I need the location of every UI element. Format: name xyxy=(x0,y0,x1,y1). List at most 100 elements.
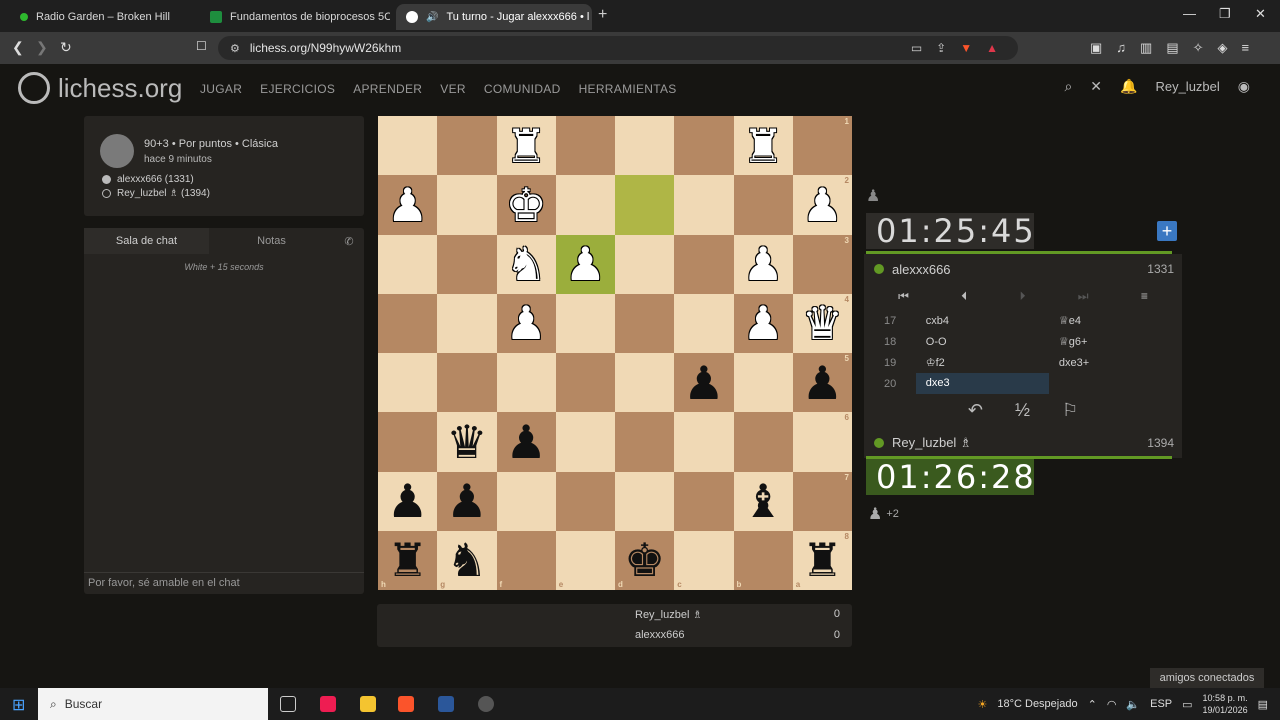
black-rook-icon[interactable]: ♜ xyxy=(802,537,843,583)
square-c8[interactable]: c xyxy=(674,530,734,590)
white-move[interactable]: cxb4 xyxy=(916,315,1049,327)
square-h5[interactable] xyxy=(378,353,438,413)
white-pawn-icon[interactable]: ♟ xyxy=(387,182,428,228)
square-f6[interactable]: ♟ xyxy=(496,412,556,472)
tab-radio-garden[interactable]: Radio Garden – Broken Hill xyxy=(10,4,195,30)
square-c3[interactable] xyxy=(674,234,734,294)
white-rook-icon[interactable]: ♜ xyxy=(743,123,784,169)
word-icon[interactable] xyxy=(438,696,454,712)
tab-notes[interactable]: Notas xyxy=(209,228,334,254)
white-pawn-icon[interactable]: ♟ xyxy=(743,300,784,346)
first-move-icon[interactable]: ⏮ xyxy=(898,289,909,304)
sidebar-icon[interactable]: ▥ xyxy=(1140,40,1152,56)
bell-icon[interactable]: 🔔 xyxy=(1120,78,1137,95)
square-b1[interactable]: ♜ xyxy=(733,116,793,176)
black-pawn-icon[interactable]: ♟ xyxy=(446,478,487,524)
square-f5[interactable] xyxy=(496,353,556,413)
bookmark-icon[interactable]: ☐ xyxy=(196,39,207,53)
square-h1[interactable] xyxy=(378,116,438,176)
tabs-icon[interactable]: ▤ xyxy=(1166,40,1178,56)
next-move-icon[interactable]: ⏵ xyxy=(1019,289,1025,304)
notifications-icon[interactable]: ▤ xyxy=(1258,698,1268,711)
nav-community[interactable]: COMUNIDAD xyxy=(484,82,561,96)
square-f2[interactable]: ♚ xyxy=(496,175,556,235)
nav-play[interactable]: JUGAR xyxy=(200,82,242,96)
white-rook-icon[interactable]: ♜ xyxy=(506,123,547,169)
square-b6[interactable] xyxy=(733,412,793,472)
resign-flag-icon[interactable]: ⚐ xyxy=(1062,400,1078,421)
network-icon[interactable]: ▭ xyxy=(1182,698,1192,711)
tray-clock[interactable]: 10:58 p. m. 19/01/2026 xyxy=(1203,692,1248,716)
vpn-icon[interactable]: ◈ xyxy=(1218,40,1228,56)
square-e2[interactable] xyxy=(555,175,615,235)
task-view-icon[interactable] xyxy=(280,696,296,712)
square-e4[interactable] xyxy=(555,293,615,353)
chat-input[interactable]: Por favor, sé amable en el chat xyxy=(84,572,364,594)
black-move[interactable]: ♕e4 xyxy=(1049,314,1182,327)
new-tab-button[interactable]: + xyxy=(598,6,607,24)
square-c4[interactable] xyxy=(674,293,734,353)
square-b2[interactable] xyxy=(733,175,793,235)
square-a3[interactable]: 3 xyxy=(792,234,852,294)
white-queen-icon[interactable]: ♛ xyxy=(802,300,843,346)
square-a7[interactable]: 7 xyxy=(792,471,852,531)
square-d4[interactable] xyxy=(615,293,675,353)
square-a6[interactable]: 6 xyxy=(792,412,852,472)
square-g1[interactable] xyxy=(437,116,497,176)
square-d6[interactable] xyxy=(615,412,675,472)
square-g6[interactable]: ♛ xyxy=(437,412,497,472)
white-pawn-icon[interactable]: ♟ xyxy=(565,241,606,287)
white-pawn-icon[interactable]: ♟ xyxy=(802,182,843,228)
white-move[interactable]: ♔f2 xyxy=(916,356,1049,369)
square-g2[interactable] xyxy=(437,175,497,235)
square-e5[interactable] xyxy=(555,353,615,413)
square-e7[interactable] xyxy=(555,471,615,531)
square-f4[interactable]: ♟ xyxy=(496,293,556,353)
white-move[interactable]: dxe3 xyxy=(915,373,1049,394)
black-pawn-icon[interactable]: ♟ xyxy=(506,419,547,465)
black-bishop-icon[interactable]: ♝ xyxy=(743,478,784,524)
wallet-icon[interactable]: ▣ xyxy=(1090,40,1102,56)
last-move-icon[interactable]: ⏭ xyxy=(1078,289,1089,304)
minimize-button[interactable]: — xyxy=(1183,6,1196,21)
square-g3[interactable] xyxy=(437,234,497,294)
square-h4[interactable] xyxy=(378,293,438,353)
square-a4[interactable]: ♛ 4 xyxy=(792,293,852,353)
app-icon[interactable] xyxy=(478,696,494,712)
square-c6[interactable] xyxy=(674,412,734,472)
black-move[interactable]: dxe3+ xyxy=(1049,357,1182,369)
white-king-icon[interactable]: ♚ xyxy=(506,182,547,228)
square-f7[interactable] xyxy=(496,471,556,531)
square-d1[interactable] xyxy=(615,116,675,176)
cast-icon[interactable]: ▭ xyxy=(911,41,922,55)
user-avatar-icon[interactable]: ◉ xyxy=(1238,78,1250,95)
square-e1[interactable] xyxy=(555,116,615,176)
voice-chat-icon[interactable]: ✆ xyxy=(334,228,364,254)
forward-button[interactable]: ❯ xyxy=(36,39,48,56)
nav-tools[interactable]: HERRAMIENTAS xyxy=(579,82,677,96)
black-king-icon[interactable]: ♚ xyxy=(624,537,665,583)
square-b8[interactable]: b xyxy=(733,530,793,590)
square-c7[interactable] xyxy=(674,471,734,531)
back-button[interactable]: ❮ xyxy=(12,39,24,56)
black-pawn-icon[interactable]: ♟ xyxy=(802,360,843,406)
square-c2[interactable] xyxy=(674,175,734,235)
search-icon[interactable]: ⌕ xyxy=(1064,78,1072,95)
square-d3[interactable] xyxy=(615,234,675,294)
tiktok-icon[interactable] xyxy=(320,696,336,712)
square-h8[interactable]: ♜ h xyxy=(378,530,438,590)
square-b5[interactable] xyxy=(733,353,793,413)
friends-online-button[interactable]: amigos conectados xyxy=(1150,668,1264,688)
nav-watch[interactable]: VER xyxy=(440,82,466,96)
square-d7[interactable] xyxy=(615,471,675,531)
windows-start-icon[interactable]: ⊞ xyxy=(12,695,25,715)
square-g7[interactable]: ♟ xyxy=(437,471,497,531)
square-e8[interactable]: e xyxy=(555,530,615,590)
tab-lichess[interactable]: 🔊 Tu turno - Jugar alexxx666 • l ✕ xyxy=(396,4,592,30)
user-menu[interactable]: Rey_luzbel xyxy=(1155,79,1219,94)
white-player-row[interactable]: alexxx666 (1331) xyxy=(102,174,194,185)
site-logo[interactable]: lichess.org xyxy=(18,72,182,104)
black-pawn-icon[interactable]: ♟ xyxy=(683,360,724,406)
takeback-icon[interactable]: ↶ xyxy=(968,400,983,421)
weather-text[interactable]: 18°C Despejado xyxy=(997,698,1077,710)
